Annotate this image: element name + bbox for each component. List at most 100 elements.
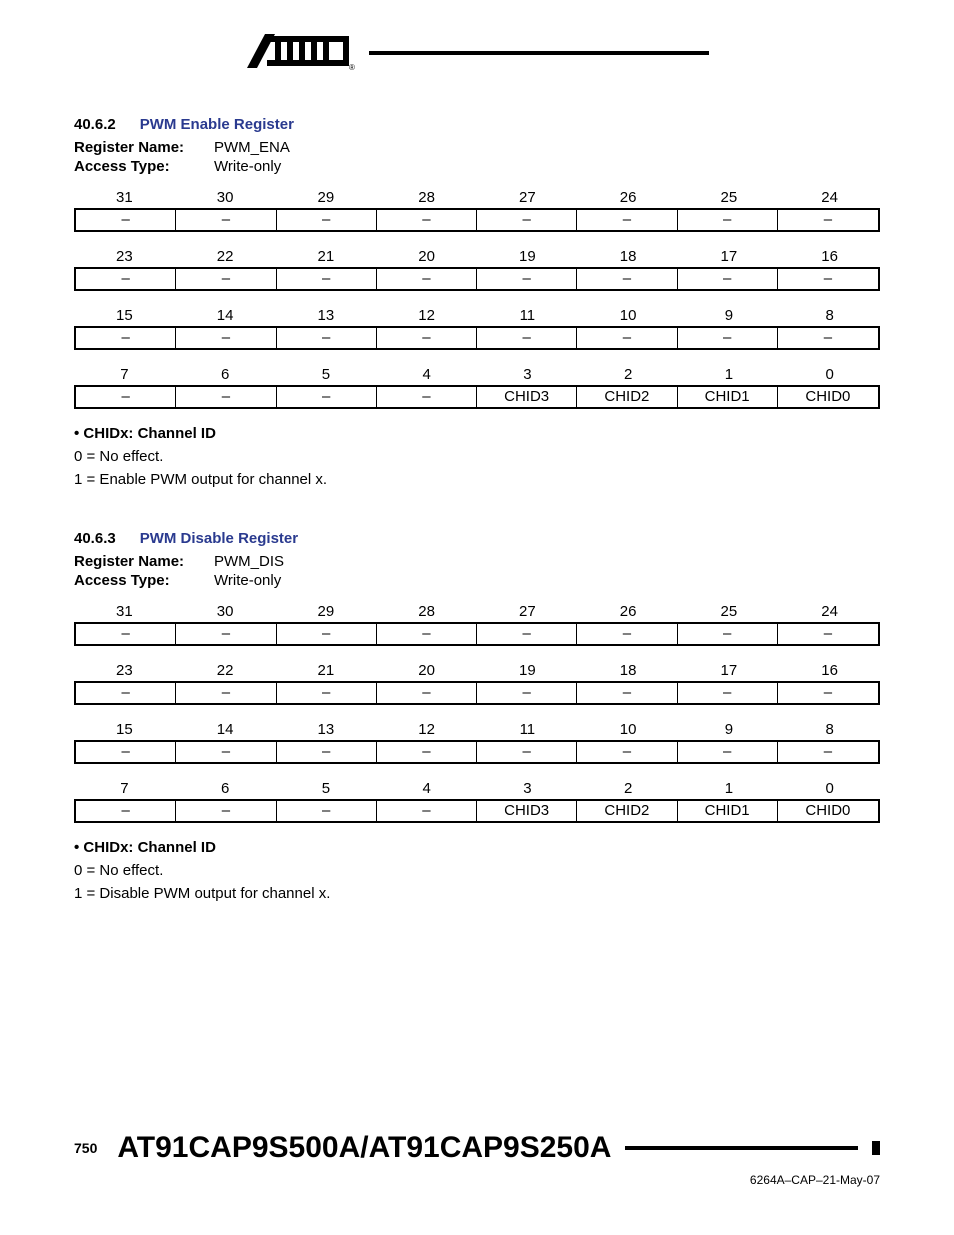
- bit-cell: CHID1: [678, 801, 778, 821]
- bit-cell: –: [778, 742, 878, 762]
- bit-cell: –: [277, 387, 377, 407]
- bit-number: 11: [477, 307, 578, 324]
- bit-number: 23: [74, 662, 175, 679]
- bit-cell: –: [176, 683, 276, 703]
- bit-cell: –: [678, 269, 778, 289]
- bit-number: 3: [477, 366, 578, 383]
- bit-number: 16: [779, 662, 880, 679]
- bit-cell-row: ––––––––: [74, 740, 880, 764]
- access-type-value: Write-only: [214, 158, 281, 175]
- bit-cell: –: [76, 328, 176, 348]
- bit-number: 21: [276, 662, 377, 679]
- bitfield-table: 3130292827262524––––––––2322212019181716…: [74, 189, 880, 409]
- bit-number: 18: [578, 662, 679, 679]
- bit-number: 31: [74, 189, 175, 206]
- bit-cell: CHID2: [577, 387, 677, 407]
- access-type-label: Access Type:: [74, 572, 214, 589]
- bit-cell: –: [577, 742, 677, 762]
- bit-cell: –: [176, 387, 276, 407]
- bit-number: 1: [679, 780, 780, 797]
- bit-number: 1: [679, 366, 780, 383]
- register-name-line: Register Name: PWM_DIS: [74, 553, 880, 570]
- bit-number: 9: [679, 721, 780, 738]
- bit-cell: –: [377, 801, 477, 821]
- bit-cell: –: [678, 210, 778, 230]
- bit-cell: CHID3: [477, 801, 577, 821]
- bit-cell: –: [377, 210, 477, 230]
- bit-number: 18: [578, 248, 679, 265]
- bit-cell: –: [76, 683, 176, 703]
- section-number: 40.6.3: [74, 530, 116, 547]
- bit-number: 26: [578, 189, 679, 206]
- doc-id: 6264A–CAP–21-May-07: [74, 1173, 880, 1187]
- bit-cell: –: [377, 269, 477, 289]
- bitfield-table: 3130292827262524––––––––2322212019181716…: [74, 603, 880, 823]
- bit-number: 3: [477, 780, 578, 797]
- bit-cell: CHID0: [778, 801, 878, 821]
- bit-number: 22: [175, 248, 276, 265]
- page-number: 750: [74, 1140, 97, 1156]
- bit-number: 12: [376, 721, 477, 738]
- bit-number: 16: [779, 248, 880, 265]
- bit-cell: CHID1: [678, 387, 778, 407]
- access-type-line: Access Type: Write-only: [74, 572, 880, 589]
- bit-number: 29: [276, 603, 377, 620]
- svg-text:®: ®: [349, 63, 355, 72]
- bit-cell: –: [577, 210, 677, 230]
- bit-cell: –: [477, 683, 577, 703]
- footer-rule: [625, 1146, 858, 1150]
- bit-number-row: 2322212019181716: [74, 248, 880, 265]
- bit-cell-row: ––––––––: [74, 622, 880, 646]
- bit-number: 22: [175, 662, 276, 679]
- access-type-line: Access Type: Write-only: [74, 158, 880, 175]
- bit-cell: –: [76, 801, 176, 821]
- bit-cell: –: [176, 328, 276, 348]
- bit-cell: –: [678, 683, 778, 703]
- register-name-label: Register Name:: [74, 139, 214, 156]
- bit-number: 28: [376, 189, 477, 206]
- bit-number: 15: [74, 721, 175, 738]
- field-title: CHIDx: Channel ID: [74, 839, 880, 856]
- bit-cell: –: [477, 269, 577, 289]
- bit-cell: –: [477, 742, 577, 762]
- bit-number-row: 3130292827262524: [74, 189, 880, 206]
- bit-cell: CHID2: [577, 801, 677, 821]
- bit-cell: –: [277, 624, 377, 644]
- bit-number: 14: [175, 307, 276, 324]
- bit-number: 7: [74, 366, 175, 383]
- bit-number: 0: [779, 780, 880, 797]
- bit-cell: CHID0: [778, 387, 878, 407]
- bit-cell: –: [577, 683, 677, 703]
- bit-number-row: 3130292827262524: [74, 603, 880, 620]
- footer-rule-end: [872, 1141, 880, 1155]
- bit-cell: –: [176, 269, 276, 289]
- register-name-value: PWM_ENA: [214, 139, 290, 156]
- bit-cell: –: [577, 328, 677, 348]
- bit-cell-row: ––––CHID3CHID2CHID1CHID0: [74, 799, 880, 823]
- bit-number: 23: [74, 248, 175, 265]
- bit-number: 14: [175, 721, 276, 738]
- field-title: CHIDx: Channel ID: [74, 425, 880, 442]
- footer-title: AT91CAP9S500A/AT91CAP9S250A: [117, 1131, 611, 1165]
- bit-number: 17: [679, 248, 780, 265]
- atmel-logo: ®: [245, 30, 355, 76]
- field-desc-line: 0 = No effect.: [74, 448, 880, 465]
- bit-number: 8: [779, 721, 880, 738]
- section-heading: 40.6.2 PWM Enable Register: [74, 116, 880, 133]
- bit-number: 5: [276, 780, 377, 797]
- bit-cell: –: [477, 328, 577, 348]
- bit-cell: –: [176, 742, 276, 762]
- bit-cell: –: [778, 210, 878, 230]
- bit-number: 30: [175, 189, 276, 206]
- bit-number: 20: [376, 248, 477, 265]
- bit-cell: –: [377, 387, 477, 407]
- bit-number: 17: [679, 662, 780, 679]
- register-name-value: PWM_DIS: [214, 553, 284, 570]
- bit-number: 6: [175, 366, 276, 383]
- bit-cell: –: [778, 269, 878, 289]
- section-number: 40.6.2: [74, 116, 116, 133]
- bit-number: 21: [276, 248, 377, 265]
- bit-number: 31: [74, 603, 175, 620]
- bit-number: 27: [477, 603, 578, 620]
- access-type-value: Write-only: [214, 572, 281, 589]
